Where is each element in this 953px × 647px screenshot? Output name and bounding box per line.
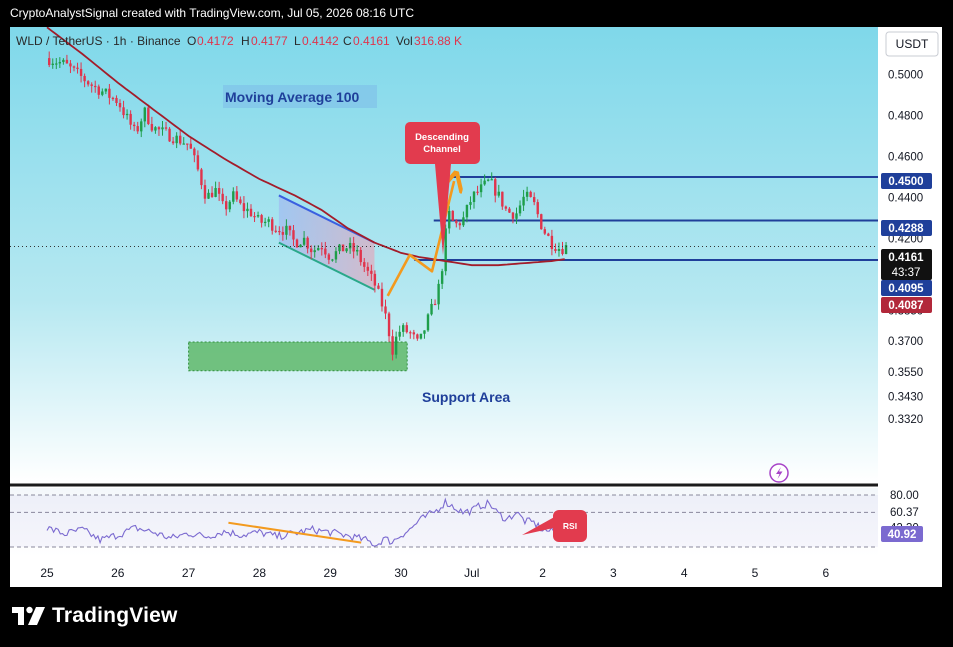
open-value: 0.4172: [197, 34, 234, 48]
tradingview-logo-text: TradingView: [52, 604, 178, 627]
chart-frame[interactable]: WLD / TetherUS · 1h · Binance O 0.4172 H…: [10, 27, 942, 587]
callout-line-1: Descending: [415, 132, 469, 143]
symbol-line: WLD / TetherUS · 1h · Binance: [16, 34, 181, 48]
volume-value: 316.88 K: [414, 34, 462, 48]
time-tick-label: 26: [111, 566, 125, 580]
price-tick-label: 0.3700: [888, 336, 923, 348]
badge-4095: 0.4095: [881, 280, 932, 296]
time-tick-label: 28: [253, 566, 267, 580]
price-pane-background: [10, 27, 878, 482]
tradingview-logo[interactable]: TradingView: [12, 604, 178, 628]
callout-line-2: Channel: [423, 144, 460, 155]
time-tick-label: 30: [394, 566, 408, 580]
badge-4288-text: 0.4288: [888, 223, 924, 235]
support-area: [188, 341, 408, 372]
price-tick-label: 0.4600: [888, 152, 923, 164]
chart-credit: CryptoAnalystSignal created with Trading…: [10, 6, 414, 20]
time-tick-label: 5: [752, 566, 759, 580]
low-label: L: [294, 34, 301, 48]
price-tick-label: 0.5000: [888, 70, 923, 82]
price-tick-label: 0.4400: [888, 193, 923, 205]
lightning-icon[interactable]: [769, 463, 789, 483]
rsi-callout-text: RSI: [563, 521, 577, 531]
candle: [451, 210, 454, 222]
candle: [426, 313, 430, 332]
time-tick-label: 2: [539, 566, 546, 580]
ma-annotation-text: Moving Average 100: [225, 89, 360, 105]
support-area-label: Support Area: [422, 389, 510, 405]
open-label: O: [187, 34, 196, 48]
close-value: 0.4161: [353, 34, 390, 48]
chart-canvas[interactable]: WLD / TetherUS · 1h · Binance O 0.4172 H…: [10, 27, 942, 587]
rsi-tick-label: 60.37: [890, 507, 919, 519]
candle: [540, 213, 543, 230]
price-tick-label: 0.3320: [888, 414, 923, 426]
rsi-tick-label: 80.00: [890, 490, 919, 502]
last-price-badge: 0.4161 43:37: [881, 249, 932, 280]
badge-4095-text: 0.4095: [888, 283, 924, 295]
candle: [341, 244, 345, 252]
price-tick-label: 0.3550: [888, 367, 923, 379]
time-tick-label: 3: [610, 566, 617, 580]
close-label: C: [343, 34, 352, 48]
high-label: H: [241, 34, 250, 48]
ma-value-text: 0.4087: [888, 300, 923, 312]
rsi-value-text: 40.92: [888, 529, 917, 541]
time-tick-label: 29: [324, 566, 338, 580]
badge-4288: 0.4288: [881, 220, 932, 236]
candle: [147, 104, 150, 126]
volume-label: Vol: [396, 34, 413, 48]
price-tick-label: 0.4800: [888, 111, 923, 123]
candle: [168, 126, 171, 142]
candle: [295, 238, 299, 248]
currency-button-label: USDT: [896, 37, 929, 51]
ma-annotation: Moving Average 100: [223, 85, 377, 108]
time-tick-label: Jul: [464, 566, 479, 580]
price-tick-label: 0.3430: [888, 391, 923, 403]
currency-button[interactable]: USDT: [885, 31, 939, 57]
bar-countdown-text: 43:37: [892, 267, 921, 279]
high-value: 0.4177: [251, 34, 288, 48]
time-tick-label: 4: [681, 566, 688, 580]
ma-value-badge: 0.4087: [881, 297, 932, 313]
support-area-box: [188, 341, 408, 372]
badge-4500-text: 0.4500: [888, 176, 923, 188]
badge-4500: 0.4500: [881, 173, 932, 189]
last-price-text: 0.4161: [888, 252, 924, 264]
rsi-value-badge: 40.92: [881, 526, 923, 542]
low-value: 0.4142: [302, 34, 339, 48]
time-tick-label: 27: [182, 566, 196, 580]
tradingview-logo-icon: [12, 606, 45, 625]
time-tick-label: 6: [822, 566, 829, 580]
time-tick-label: 25: [40, 566, 54, 580]
